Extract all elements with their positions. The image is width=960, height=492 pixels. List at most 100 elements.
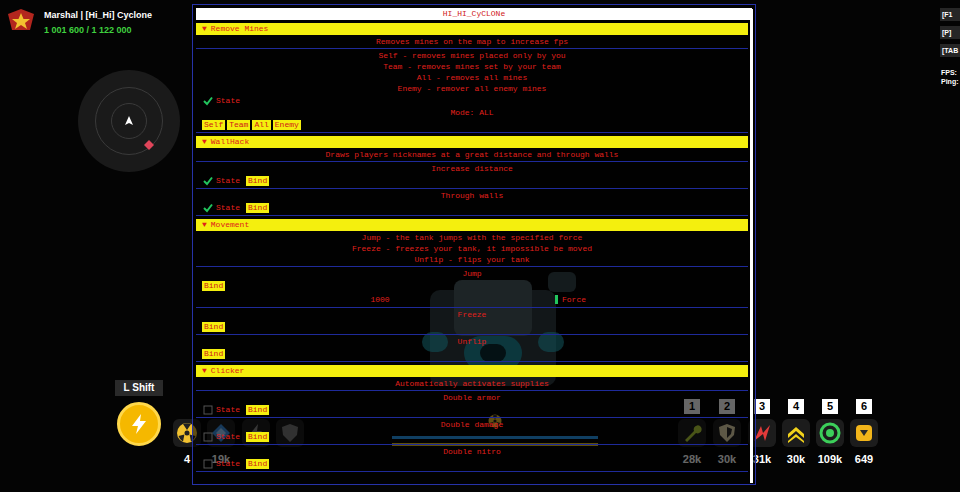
supply-count: 30k	[787, 453, 805, 465]
supply-box	[850, 419, 878, 447]
toggle-label[interactable]: State	[216, 404, 240, 415]
game-screen: Marshal | [Hi_Hi] Cyclone 1 001 600 / 1 1…	[0, 0, 960, 492]
supply-key: 5	[822, 399, 838, 414]
menu-title-bar[interactable]: HI_HI_CyCLONe	[196, 8, 752, 20]
section-arrow: ▼	[202, 365, 207, 377]
state-checkbox-icon[interactable]	[203, 203, 213, 213]
toggle-row: State Bind	[196, 430, 748, 443]
option-text: Freeze - freezes your tank, it impossibl…	[196, 243, 748, 254]
section-header[interactable]: ▼ Clicker	[196, 365, 748, 377]
section-arrow: ▼	[202, 23, 207, 35]
bind-button[interactable]: Bind	[202, 281, 225, 291]
toggle-label[interactable]: State	[216, 431, 240, 442]
player-score: 1 001 600 / 1 122 000	[44, 24, 152, 37]
option-block: Increase distanceState Bind	[196, 162, 748, 189]
supply-box	[782, 419, 810, 447]
enemy-marker-icon	[144, 140, 154, 150]
bind-button[interactable]: Bind	[246, 432, 269, 442]
section-title: Clicker	[211, 365, 245, 377]
hotkey-list: [F1 [P] [TAB	[940, 8, 960, 57]
section-title: WallHack	[211, 136, 249, 148]
stats: FPS:Ping:	[941, 68, 959, 86]
state-checkbox-icon[interactable]	[203, 176, 213, 186]
slider-handle[interactable]	[555, 295, 558, 304]
hotkey-button[interactable]: [F1	[940, 8, 960, 21]
lightning-icon	[128, 413, 150, 435]
option-text: Removes mines on the map to increase fps	[196, 36, 748, 47]
option-text: Increase distance	[196, 163, 748, 174]
gold-icon	[853, 422, 875, 444]
toggle-row: State Bind	[196, 403, 748, 416]
bind-button[interactable]: Bind	[246, 405, 269, 415]
stat-label: Ping:	[941, 77, 959, 86]
option-text: Jump	[196, 268, 748, 279]
slider-track[interactable]: 1000	[202, 293, 558, 305]
menu-section: ▼MovementJump - the tank jumps with the …	[196, 216, 748, 362]
section-header[interactable]: ▼ Remove Mines	[196, 23, 748, 35]
hotkey-button[interactable]: [TAB	[940, 44, 960, 57]
option-block: Jump Bind1000Force	[196, 267, 748, 308]
mode-button[interactable]: Self	[202, 120, 225, 130]
option-block: Draws players nicknames at a great dista…	[196, 148, 748, 162]
option-text: Freeze	[196, 309, 748, 320]
option-text: Unflip - flips your tank	[196, 254, 748, 265]
ability-button[interactable]	[117, 402, 161, 446]
section-title: Movement	[211, 219, 249, 231]
mode-button[interactable]: Enemy	[273, 120, 301, 130]
toggle-label[interactable]: State	[216, 175, 240, 186]
hotkey-button[interactable]: [P]	[940, 26, 960, 39]
option-text: All - removes all mines	[196, 72, 748, 83]
option-text: Jump - the tank jumps with the specified…	[196, 232, 748, 243]
option-text: Team - removes mines set by your team	[196, 61, 748, 72]
mode-button[interactable]: Team	[227, 120, 250, 130]
toggle-row: State	[196, 94, 748, 107]
menu-body: ▼ Remove MinesRemoves mines on the map to…	[196, 20, 748, 484]
player-text: Marshal | [Hi_Hi] Cyclone 1 001 600 / 1 1…	[44, 8, 152, 37]
section-title: Remove Mines	[211, 23, 269, 35]
menu-section: ▼ Remove MinesRemoves mines on the map to…	[196, 20, 748, 133]
rank-icon	[6, 8, 36, 32]
supply-slot[interactable]: 4 30k	[781, 399, 811, 465]
bind-button[interactable]: Bind	[246, 459, 269, 469]
toggle-label[interactable]: State	[216, 458, 240, 469]
toggle-row: State Bind	[196, 201, 748, 214]
option-block: Freeze Bind	[196, 308, 748, 335]
bind-button[interactable]: Bind	[202, 349, 225, 359]
menu-scrollbar[interactable]	[750, 9, 753, 483]
cheat-menu: HI_HI_CyCLONe ▼ Remove MinesRemoves mines …	[192, 4, 756, 485]
state-checkbox-icon[interactable]	[203, 405, 213, 415]
mine-icon	[819, 422, 841, 444]
supply-slot[interactable]: 6649	[849, 399, 879, 465]
supply-count: 649	[855, 453, 873, 465]
section-header[interactable]: ▼Movement	[196, 219, 748, 231]
toggle-label[interactable]: State	[216, 95, 240, 106]
section-header[interactable]: ▼WallHack	[196, 136, 748, 148]
state-checkbox-icon[interactable]	[203, 459, 213, 469]
slider-row: 1000Force	[196, 292, 748, 306]
option-block: Double nitroStateBind	[196, 445, 748, 472]
state-checkbox-icon[interactable]	[203, 96, 213, 106]
option-block: Self - removes mines placed only by youT…	[196, 49, 748, 133]
option-block: Through wallsStateBind	[196, 189, 748, 216]
toggle-label[interactable]: State	[216, 202, 240, 213]
ability: L Shift	[114, 380, 164, 446]
player-name: Marshal | [Hi_Hi] Cyclone	[44, 9, 152, 22]
minimap-ring-inner	[111, 103, 147, 139]
option-block: Double armorStateBind	[196, 391, 748, 418]
menu-title: HI_HI_CyCLONe	[443, 8, 505, 20]
bind-button[interactable]: Bind	[246, 203, 269, 213]
bind-button[interactable]: Bind	[202, 322, 225, 332]
minimap[interactable]	[78, 70, 180, 172]
state-checkbox-icon[interactable]	[203, 432, 213, 442]
toggle-row: State Bind	[196, 174, 748, 187]
bind-button[interactable]: Bind	[246, 176, 269, 186]
option-block: UnflipBind	[196, 335, 748, 362]
option-block: Removes mines on the map to increase fps	[196, 35, 748, 49]
supply-slot[interactable]: 5109k	[815, 399, 845, 465]
mode-button[interactable]: All	[252, 120, 270, 130]
option-text: Mode: ALL	[196, 107, 748, 118]
option-text: Enemy - remover all enemy mines	[196, 83, 748, 94]
supply-key: 4	[788, 399, 804, 414]
mode-buttons: SelfTeamAllEnemy	[196, 118, 748, 131]
option-text: Self - removes mines placed only by you	[196, 50, 748, 61]
